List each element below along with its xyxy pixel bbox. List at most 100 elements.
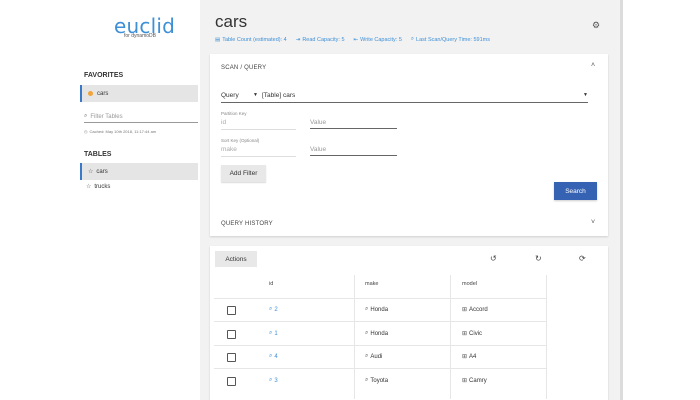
sidebar-table-trucks[interactable]: ☆ trucks — [80, 178, 198, 195]
query-history-heading[interactable]: QUERY HISTORY — [221, 221, 273, 227]
partition-key-label: Partition Key — [221, 111, 247, 116]
sidebar: euclid for dynamoDB FAVORITES cars ⌕ Fil… — [0, 0, 200, 400]
sort-value-input[interactable]: Value — [310, 144, 397, 156]
undo-icon[interactable]: ↺ — [490, 254, 497, 263]
column-header-id[interactable]: id — [269, 281, 273, 287]
cell-model-value: A4 — [469, 353, 477, 360]
search-icon: ⌕ — [269, 353, 273, 359]
partition-value-input[interactable]: Value — [310, 117, 397, 129]
sidebar-table-label: cars — [96, 168, 108, 175]
chevron-up-icon[interactable]: ˄ — [591, 62, 595, 69]
app-logo-subtitle: for dynamoDB — [124, 33, 156, 39]
expand-box-icon: ⊞ — [462, 331, 468, 337]
cell-make-value: Audi — [370, 353, 383, 360]
read-capacity-text: Read Capacity: 5 — [302, 36, 345, 43]
favorites-heading: FAVORITES — [84, 72, 124, 79]
cell-make[interactable]: ⌕ Toyota — [365, 377, 388, 384]
row-checkbox[interactable] — [227, 306, 236, 315]
search-icon: ⌕ — [365, 353, 369, 359]
expand-box-icon: ⊞ — [462, 354, 468, 360]
table-row[interactable]: ⌕ 1 ⌕ Honda ⊞ Civic — [214, 323, 547, 346]
cell-id[interactable]: ⌕ 1 — [269, 330, 278, 337]
cell-model[interactable]: ⊞ Civic — [462, 330, 483, 338]
page-title: cars — [215, 12, 248, 31]
query-selector-row: Query ▼ [Table] cars ▼ — [221, 89, 588, 103]
caret-down-icon: ▼ — [253, 92, 258, 98]
filter-tables-placeholder: Filter Tables — [90, 113, 123, 120]
scan-query-heading[interactable]: SCAN / QUERY — [221, 65, 266, 71]
read-capacity-stat: ⇥ Read Capacity: 5 — [296, 36, 345, 43]
search-icon: ⌕ — [269, 330, 273, 336]
expand-box-icon: ⊞ — [462, 307, 468, 313]
cell-model-value: Camry — [469, 377, 487, 384]
search-icon: ⌕ — [84, 113, 88, 119]
divider — [221, 129, 296, 130]
table-index-value: [Table] cars — [262, 92, 296, 99]
query-mode-select[interactable]: Query ▼ — [221, 92, 262, 99]
cell-make-value: Honda — [370, 330, 389, 337]
search-icon: ⌕ — [269, 306, 273, 312]
row-checkbox[interactable] — [227, 353, 236, 362]
cell-make[interactable]: ⌕ Honda — [365, 330, 388, 337]
cell-id-value: 3 — [274, 377, 278, 384]
sort-key-name: make — [221, 146, 237, 153]
write-capacity-text: Write Capacity: 5 — [360, 36, 402, 43]
star-icon[interactable]: ☆ — [86, 183, 91, 190]
cell-model-value: Civic — [469, 330, 483, 337]
scan-query-card: SCAN / QUERY ˄ Query ▼ [Table] cars ▼ Pa… — [210, 54, 608, 236]
row-checkbox[interactable] — [227, 377, 236, 386]
redo-icon[interactable]: ↻ — [535, 254, 542, 263]
table-index-select[interactable]: [Table] cars ▼ — [262, 92, 588, 99]
cell-model[interactable]: ⊞ A4 — [462, 353, 477, 361]
favorite-dot-icon — [88, 91, 93, 96]
sidebar-table-label: trucks — [94, 183, 111, 190]
expand-box-icon: ⊞ — [462, 378, 468, 384]
table-stats: ▤ Table Count (estimated): 4 ⇥ Read Capaci… — [215, 36, 490, 43]
cache-timestamp-text: Cached: May 10th 2018, 11:17:44 am — [89, 129, 157, 134]
cell-id-value: 2 — [274, 306, 278, 313]
column-header-model[interactable]: model — [462, 281, 477, 287]
partition-key-name: id — [221, 119, 227, 126]
favorite-item-label: cars — [97, 90, 109, 97]
actions-button[interactable]: Actions — [215, 251, 257, 267]
search-button[interactable]: Search — [554, 182, 597, 200]
search-icon: ⌕ — [365, 330, 369, 336]
last-query-time-stat: ⌕ Last Scan/Query Time: 591ms — [411, 36, 490, 43]
refresh-icon[interactable]: ⟳ — [579, 254, 586, 263]
table-row[interactable]: ⌕ 4 ⌕ Audi ⊞ A4 — [214, 346, 547, 369]
search-icon: ⌕ — [410, 36, 415, 42]
search-icon: ⌕ — [269, 377, 273, 383]
table-icon: ▤ — [215, 36, 221, 43]
cell-id[interactable]: ⌕ 4 — [269, 353, 278, 360]
cell-id[interactable]: ⌕ 2 — [269, 306, 278, 313]
table-count-text: Table Count (estimated): 4 — [222, 36, 287, 43]
table-row[interactable]: ⌕ 3 ⌕ Toyota ⊞ Camry — [214, 370, 547, 393]
row-checkbox[interactable] — [227, 330, 236, 339]
divider — [221, 156, 296, 157]
caret-down-icon: ▼ — [583, 92, 588, 98]
cell-model[interactable]: ⊞ Camry — [462, 377, 487, 385]
cell-model-value: Accord — [469, 306, 488, 313]
filter-tables-input[interactable]: ⌕ Filter Tables — [84, 111, 198, 123]
scrollbar[interactable] — [620, 0, 623, 400]
chevron-down-icon[interactable]: ˅ — [591, 219, 595, 226]
search-icon: ⌕ — [365, 306, 369, 312]
tables-heading: TABLES — [84, 151, 112, 158]
table-row[interactable]: ⌕ 2 ⌕ Honda ⊞ Accord — [214, 299, 547, 322]
query-mode-value: Query — [221, 92, 239, 99]
cell-id-value: 4 — [274, 353, 278, 360]
star-icon[interactable]: ☆ — [88, 168, 93, 175]
cell-make-value: Toyota — [370, 377, 389, 384]
results-card: Actions ↺ ↻ ⟳ id make model ⌕ 2 ⌕ Honda ⊞ A… — [210, 246, 608, 400]
cell-id-value: 1 — [274, 330, 278, 337]
favorite-item-cars[interactable]: cars — [80, 85, 198, 102]
cell-model[interactable]: ⊞ Accord — [462, 306, 488, 314]
cell-id[interactable]: ⌕ 3 — [269, 377, 278, 384]
add-filter-button[interactable]: Add Filter — [221, 165, 266, 182]
write-capacity-stat: ⇤ Write Capacity: 5 — [354, 36, 402, 43]
cell-make[interactable]: ⌕ Honda — [365, 306, 388, 313]
cell-make[interactable]: ⌕ Audi — [365, 353, 382, 360]
gear-icon[interactable]: ⚙ — [592, 20, 600, 31]
column-header-make[interactable]: make — [365, 281, 378, 287]
table-count-stat: ▤ Table Count (estimated): 4 — [215, 36, 287, 43]
